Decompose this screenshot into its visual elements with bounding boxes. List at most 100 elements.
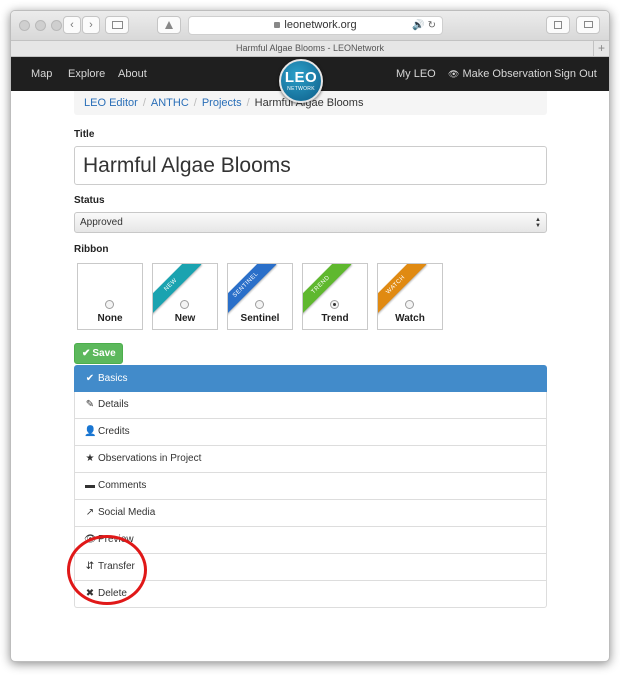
nav-make-observation[interactable]: 👁 Make Observation	[448, 57, 552, 91]
nav-sign-out[interactable]: Sign Out	[554, 57, 597, 91]
ribbon-option-1[interactable]: NEW New	[152, 263, 218, 330]
status-select[interactable]: Approved ▲ ▼	[74, 212, 547, 233]
check-icon: ✔	[85, 373, 95, 384]
section-item-label: Delete	[98, 588, 127, 599]
times-icon: ✖	[85, 588, 95, 599]
section-item-label: Transfer	[98, 561, 135, 572]
ribbon-radio[interactable]	[180, 300, 189, 309]
section-item-basics[interactable]: ✔ Basics	[74, 365, 547, 392]
ribbon-band: WATCH	[378, 264, 427, 316]
transfer-icon: ⇵	[85, 561, 95, 572]
user-icon: 👤	[84, 426, 97, 437]
nav-about[interactable]: About	[118, 57, 147, 91]
section-item-label: Social Media	[98, 507, 156, 518]
ribbon-name: Trend	[321, 313, 349, 324]
status-value: Approved	[80, 217, 123, 228]
share-menu-button[interactable]	[157, 16, 181, 34]
ribbon-option-4[interactable]: WATCH Watch	[377, 263, 443, 330]
browser-toolbar: ‹ › leonetwork.org 🔊 ↻	[11, 11, 609, 41]
sidebar-button[interactable]	[105, 16, 129, 34]
address-bar[interactable]: leonetwork.org 🔊 ↻	[188, 16, 443, 35]
browser-window: ‹ › leonetwork.org 🔊 ↻ Harmful Algae Blo…	[10, 10, 610, 662]
ribbon-radio[interactable]	[330, 300, 339, 309]
section-item-comments[interactable]: ▬ Comments	[74, 473, 547, 500]
title-input[interactable]: Harmful Algae Blooms	[74, 146, 547, 185]
section-item-social-media[interactable]: ↗ Social Media	[74, 500, 547, 527]
ribbon-band: TREND	[303, 264, 352, 316]
logo-main: LEO	[284, 69, 318, 86]
eye-icon: 👁	[84, 534, 97, 545]
section-item-label: Basics	[98, 373, 128, 384]
section-item-preview[interactable]: 👁Preview	[74, 527, 547, 554]
select-arrows-icon: ▲ ▼	[535, 217, 541, 229]
sidebar-icon	[111, 21, 123, 29]
logo-sub: NETWORK	[287, 86, 315, 92]
make-observation-label: Make Observation	[462, 68, 552, 80]
share-button[interactable]	[546, 16, 570, 34]
close-window-button[interactable]	[19, 20, 30, 31]
title-label: Title	[74, 129, 95, 140]
section-item-observations-in-project[interactable]: ★ Observations in Project	[74, 446, 547, 473]
nav-my-leo[interactable]: My LEO	[396, 57, 436, 91]
tabs-overview-button[interactable]	[576, 16, 600, 34]
section-item-label: Details	[98, 399, 129, 410]
ribbon-radio[interactable]	[105, 300, 114, 309]
breadcrumb-anthc[interactable]: ANTHC	[151, 97, 189, 109]
back-button[interactable]: ‹	[63, 16, 81, 34]
breadcrumb-leo-editor[interactable]: LEO Editor	[84, 97, 138, 109]
section-item-label: Preview	[98, 534, 134, 545]
ribbon-label: Ribbon	[74, 244, 109, 255]
minimize-window-button[interactable]	[35, 20, 46, 31]
ribbon-name: New	[174, 313, 196, 324]
pointer-icon	[165, 21, 173, 29]
site-navbar: Map Explore About LEO NETWORK My LEO 👁 Ma…	[11, 57, 609, 103]
ribbon-option-0[interactable]: None	[77, 263, 143, 330]
ribbon-name: None	[97, 313, 123, 324]
audio-icon[interactable]: 🔊	[412, 20, 424, 31]
star-icon: ★	[85, 453, 95, 464]
nav-explore[interactable]: Explore	[68, 57, 105, 91]
section-item-label: Credits	[98, 426, 130, 437]
comment-icon: ▬	[85, 480, 95, 491]
share-icon: ↗	[85, 507, 95, 518]
url-text: leonetwork.org	[284, 19, 357, 31]
ribbon-radio[interactable]	[255, 300, 264, 309]
section-item-details[interactable]: ✎ Details	[74, 392, 547, 419]
pencil-icon: ✎	[85, 399, 95, 410]
forward-button[interactable]: ›	[82, 16, 100, 34]
share-icon	[554, 21, 562, 29]
nav-map[interactable]: Map	[31, 57, 52, 91]
ribbon-band: NEW	[153, 264, 202, 316]
ribbon-radio[interactable]	[405, 300, 414, 309]
tab-bar: Harmful Algae Blooms - LEONetwork +	[11, 41, 609, 57]
zoom-window-button[interactable]	[51, 20, 62, 31]
save-button[interactable]: ✔ Save	[74, 343, 123, 364]
ribbon-band: SENTINEL	[228, 264, 277, 316]
ribbon-name: Sentinel	[240, 313, 280, 324]
new-tab-button[interactable]: +	[593, 41, 609, 56]
section-item-label: Comments	[98, 480, 147, 491]
breadcrumb-separator: /	[246, 97, 250, 109]
breadcrumb-separator: /	[193, 97, 197, 109]
tabs-icon	[583, 21, 593, 28]
breadcrumb-projects[interactable]: Projects	[202, 97, 242, 109]
section-item-label: Observations in Project	[98, 453, 202, 464]
chevron-left-icon: ‹	[70, 19, 74, 31]
tab-title[interactable]: Harmful Algae Blooms - LEONetwork	[236, 43, 384, 53]
eye-icon: 👁	[448, 69, 460, 79]
ribbon-name: Watch	[395, 313, 425, 324]
check-icon: ✔	[82, 348, 91, 359]
breadcrumb-separator: /	[142, 97, 146, 109]
ribbon-option-2[interactable]: SENTINEL Sentinel	[227, 263, 293, 330]
section-item-delete[interactable]: ✖ Delete	[74, 581, 547, 608]
chevron-right-icon: ›	[89, 19, 93, 31]
lock-icon	[274, 22, 281, 28]
ribbon-option-3[interactable]: TREND Trend	[302, 263, 368, 330]
section-item-transfer[interactable]: ⇵ Transfer	[74, 554, 547, 581]
save-label: Save	[92, 348, 116, 359]
section-item-credits[interactable]: 👤 Credits	[74, 419, 547, 446]
status-label: Status	[74, 195, 105, 206]
leo-logo[interactable]: LEO NETWORK	[279, 59, 323, 103]
reload-icon[interactable]: ↻	[428, 20, 436, 31]
project-section-list: ✔ Basics ✎ Details 👤 Credits ★ Observations in …	[74, 365, 547, 608]
